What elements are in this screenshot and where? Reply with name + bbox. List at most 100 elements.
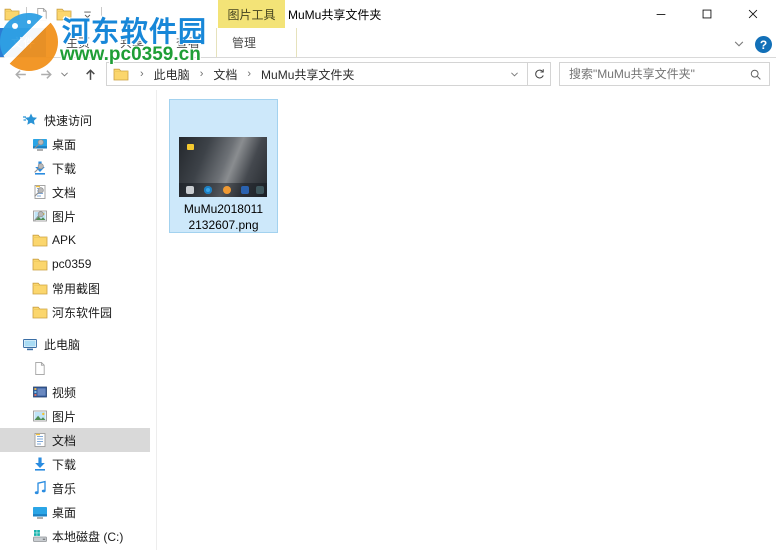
forward-button[interactable] bbox=[34, 62, 58, 86]
thumbnail-dock-icon bbox=[223, 186, 231, 194]
disk-icon bbox=[32, 528, 48, 544]
folder-icon bbox=[4, 6, 20, 22]
film-icon bbox=[32, 384, 48, 400]
folder-icon bbox=[32, 304, 48, 320]
file-item-selected[interactable]: MuMu2018011 2132607.png bbox=[169, 99, 278, 233]
thumbnail-app-icon bbox=[187, 144, 194, 150]
pin-icon[interactable] bbox=[32, 185, 46, 199]
maximize-button[interactable] bbox=[684, 0, 730, 28]
address-dropdown-button[interactable] bbox=[509, 69, 527, 80]
desktop-icon bbox=[32, 504, 48, 520]
sidebar-item-downloads-pc[interactable]: 下载 bbox=[0, 452, 150, 476]
customize-qat-button[interactable] bbox=[78, 5, 96, 23]
music-icon bbox=[32, 480, 48, 496]
folder-icon bbox=[32, 256, 48, 272]
sidebar-item-downloads[interactable]: 下载 bbox=[0, 156, 150, 180]
sidebar-item-label: pc0359 bbox=[52, 257, 92, 271]
breadcrumb-separator-icon: › bbox=[199, 68, 204, 80]
close-button[interactable] bbox=[730, 0, 776, 28]
sidebar-item-documents[interactable]: 文档 bbox=[0, 180, 150, 204]
thumbnail-dock-icon bbox=[186, 186, 194, 194]
pin-icon[interactable] bbox=[32, 137, 46, 151]
breadcrumb-documents[interactable]: 文档 bbox=[210, 66, 240, 83]
thumbnail-dock-icon bbox=[241, 186, 249, 194]
quick-access-star-icon bbox=[22, 112, 38, 128]
search-button[interactable] bbox=[749, 68, 769, 81]
back-button[interactable] bbox=[8, 62, 32, 86]
sidebar-item-videos[interactable]: 视频 bbox=[0, 380, 150, 404]
address-bar[interactable]: › 此电脑 › 文档 › MuMu共享文件夹 bbox=[106, 62, 528, 86]
folder-icon bbox=[32, 280, 48, 296]
tab-home[interactable]: 主页 bbox=[66, 28, 90, 57]
contextual-tab-picture-tools[interactable]: 图片工具 bbox=[218, 0, 285, 28]
window-title: MuMu共享文件夹 bbox=[288, 7, 382, 22]
file-list-area[interactable]: MuMu2018011 2132607.png bbox=[158, 90, 776, 550]
expand-ribbon-button[interactable] bbox=[732, 38, 746, 50]
chevron-down-icon bbox=[509, 69, 520, 80]
pc-icon bbox=[22, 336, 38, 352]
minimize-button[interactable] bbox=[638, 0, 684, 28]
sidebar-item-hedong[interactable]: 河东软件园 bbox=[0, 300, 150, 324]
folder-properties-button[interactable] bbox=[3, 5, 21, 23]
sidebar-item-desktop[interactable]: 桌面 bbox=[0, 132, 150, 156]
search-input[interactable] bbox=[560, 67, 749, 81]
folder-icon bbox=[32, 232, 48, 248]
sidebar-item-quick-access[interactable]: 快速访问 bbox=[0, 108, 150, 132]
sidebar-item-label: 文档 bbox=[52, 433, 77, 448]
sidebar-item-label: 河东软件园 bbox=[52, 305, 113, 320]
image-thumbnail bbox=[179, 137, 267, 197]
sidebar-item-music[interactable]: 音乐 bbox=[0, 476, 150, 500]
qat-folder-button[interactable] bbox=[55, 5, 73, 23]
title-bar: 图片工具 MuMu共享文件夹 bbox=[0, 0, 776, 28]
navigation-bar: › 此电脑 › 文档 › MuMu共享文件夹 bbox=[0, 58, 776, 90]
chevron-down-icon bbox=[59, 69, 70, 80]
sidebar-item-blank[interactable] bbox=[0, 356, 150, 380]
refresh-button[interactable] bbox=[528, 62, 551, 86]
sidebar-item-this-pc[interactable]: 此电脑 bbox=[0, 332, 150, 356]
minimize-icon bbox=[654, 7, 668, 21]
sidebar-item-documents-pc[interactable]: 文档 bbox=[0, 428, 150, 452]
sidebar-item-local-disk-c[interactable]: 本地磁盘 (C:) bbox=[0, 524, 150, 548]
back-icon bbox=[12, 66, 29, 83]
sidebar-item-label: 桌面 bbox=[52, 505, 77, 520]
search-box bbox=[559, 62, 770, 86]
contextual-group-divider bbox=[216, 28, 217, 57]
sidebar-item-label: 文档 bbox=[52, 185, 77, 200]
toolbar-divider bbox=[26, 7, 27, 21]
sidebar-item-pc0359[interactable]: pc0359 bbox=[0, 252, 150, 276]
navigation-pane: 快速访问 桌面 下载 文档 图片 APK pc0359 常用截图 河东软件园 此… bbox=[0, 90, 157, 550]
sidebar-item-screenshots[interactable]: 常用截图 bbox=[0, 276, 150, 300]
sidebar-item-pictures-pc[interactable]: 图片 bbox=[0, 404, 150, 428]
new-folder-button[interactable] bbox=[32, 5, 50, 23]
folder-icon bbox=[56, 6, 72, 22]
pin-icon[interactable] bbox=[32, 161, 46, 175]
breadcrumb-current-folder[interactable]: MuMu共享文件夹 bbox=[258, 66, 357, 83]
file-menu-button[interactable]: 文件 bbox=[0, 28, 46, 57]
help-button[interactable] bbox=[755, 36, 772, 53]
sidebar-item-label: 下载 bbox=[52, 457, 77, 472]
tab-manage[interactable]: 管理 bbox=[232, 28, 256, 57]
sidebar-item-apk[interactable]: APK bbox=[0, 228, 150, 252]
sidebar-item-desktop-pc[interactable]: 桌面 bbox=[0, 500, 150, 524]
folder-icon[interactable] bbox=[113, 66, 129, 82]
up-button[interactable] bbox=[78, 62, 102, 86]
quick-access-toolbar bbox=[3, 5, 102, 23]
ribbon-tab-row: 文件 主页 共享 查看 管理 bbox=[0, 28, 776, 58]
file-name: MuMu2018011 2132607.png bbox=[170, 201, 277, 233]
pin-icon[interactable] bbox=[32, 209, 46, 223]
file-name-line2: 2132607.png bbox=[188, 218, 259, 232]
sidebar-item-label: 图片 bbox=[52, 209, 77, 224]
tab-view[interactable]: 查看 bbox=[176, 28, 200, 57]
blank-file-icon bbox=[32, 361, 47, 376]
thumbnail-dock-icon bbox=[204, 186, 212, 194]
sidebar-item-label: 音乐 bbox=[52, 481, 77, 496]
breadcrumb-separator-icon: › bbox=[247, 68, 252, 80]
breadcrumb-this-pc[interactable]: 此电脑 bbox=[151, 66, 193, 83]
recent-locations-button[interactable] bbox=[56, 62, 72, 86]
chevron-down-icon bbox=[734, 41, 744, 47]
sidebar-item-label: 常用截图 bbox=[52, 281, 101, 296]
sidebar-item-label: 下载 bbox=[52, 161, 77, 176]
sidebar-item-pictures[interactable]: 图片 bbox=[0, 204, 150, 228]
file-name-line1: MuMu2018011 bbox=[183, 202, 264, 216]
tab-share[interactable]: 共享 bbox=[120, 28, 144, 57]
